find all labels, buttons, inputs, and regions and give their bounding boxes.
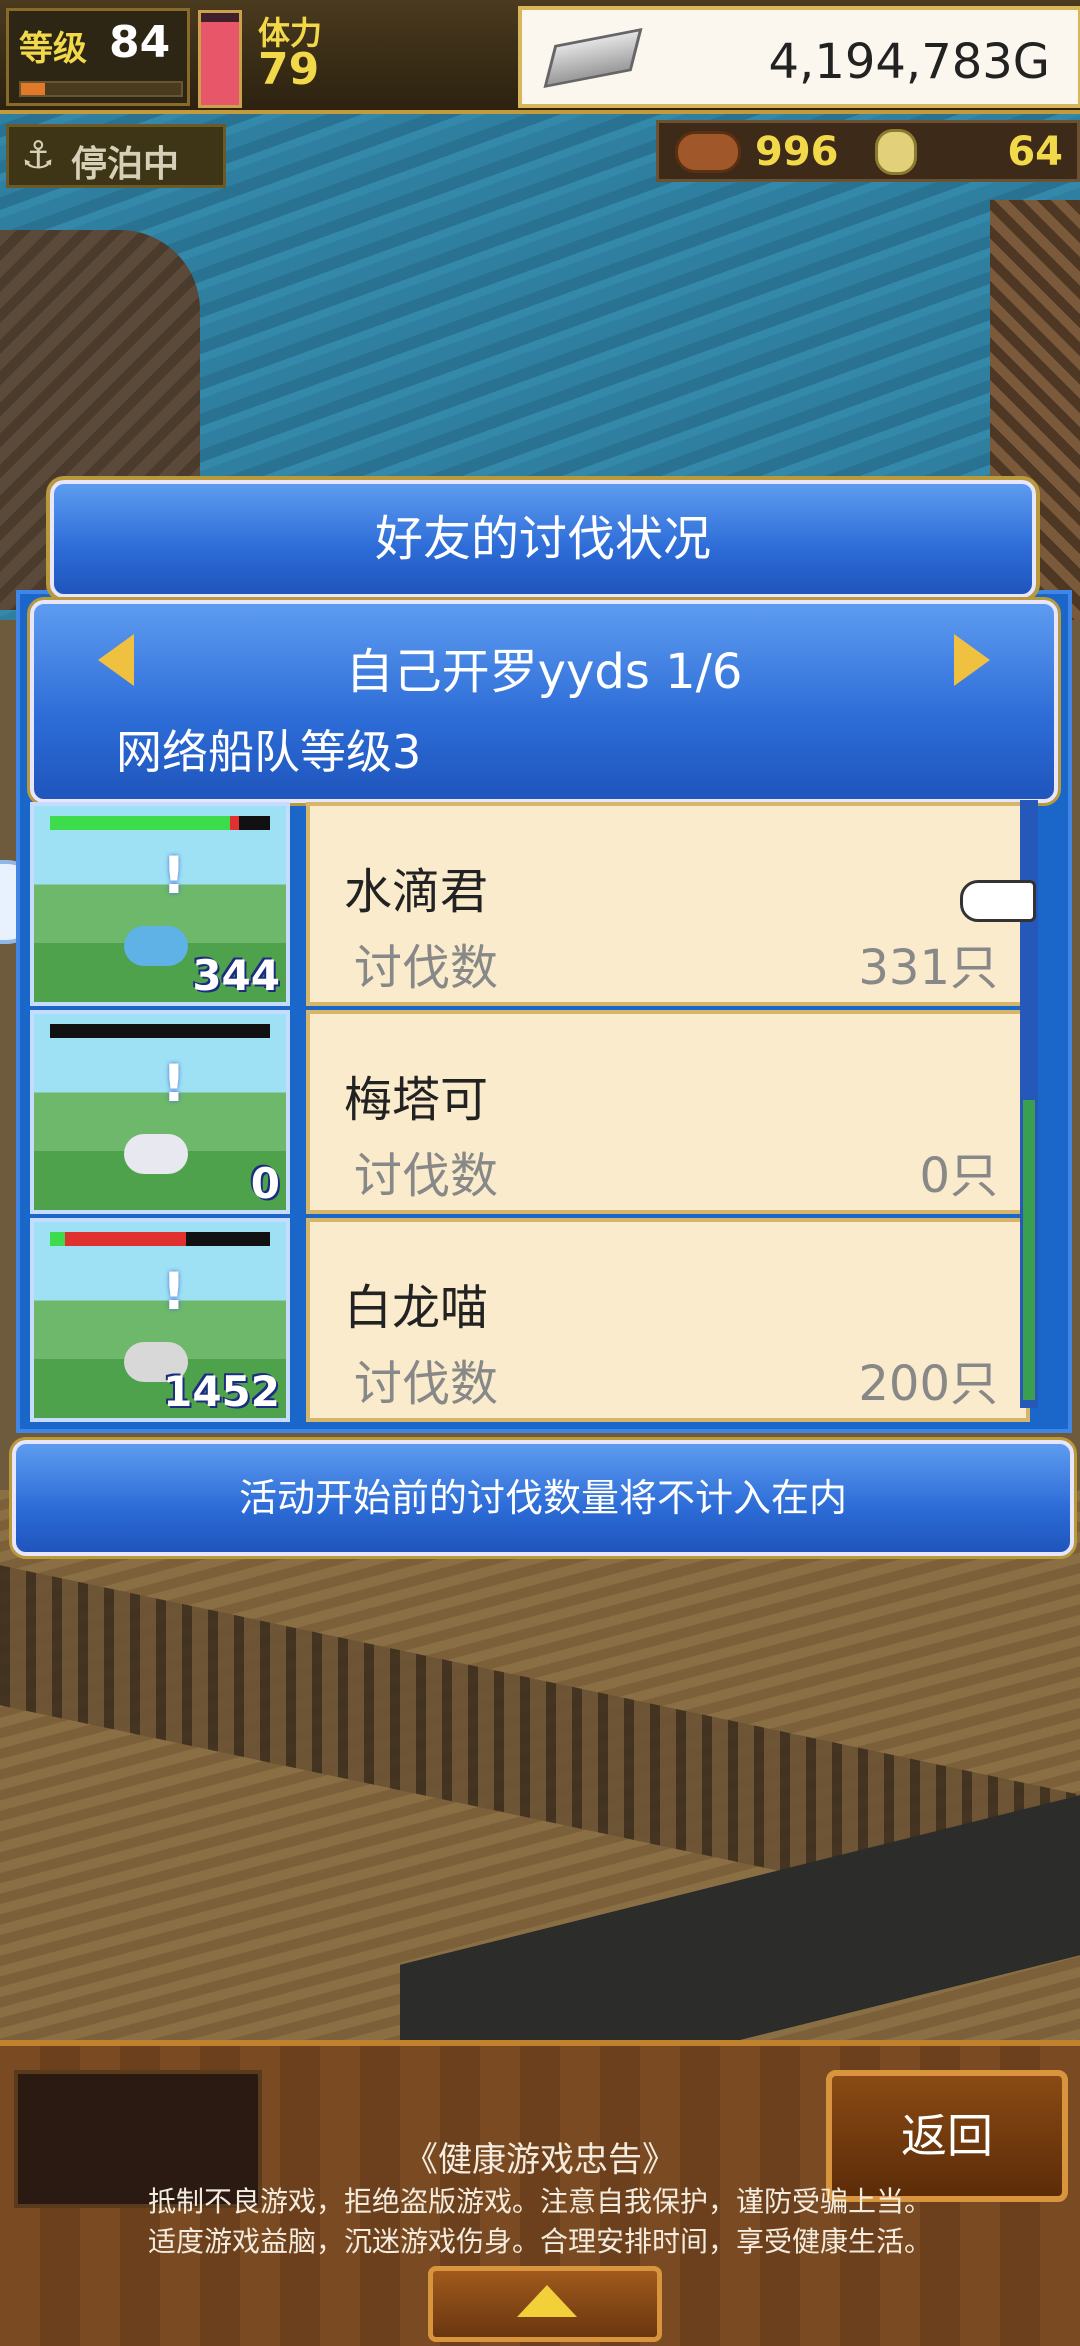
food-icon (675, 131, 741, 173)
level-progress-bar (19, 81, 183, 97)
stamina-value: 79 (258, 44, 320, 95)
hp-bar (50, 816, 270, 830)
hp-fill-red (230, 816, 240, 830)
level-value: 84 (109, 17, 171, 68)
fleet-level: 网络船队等级3 (116, 725, 422, 779)
level-progress-fill (21, 83, 45, 95)
level-panel: 等级 84 (6, 8, 190, 106)
medal-icon (875, 129, 917, 175)
resource-panel: 996 64 (656, 120, 1080, 182)
gold-panel: 4,194,783G (518, 6, 1080, 108)
monster-name: 白龙喵 (344, 1280, 489, 1336)
anchor-icon: ⚓ (21, 133, 56, 177)
hp-bar (50, 1232, 270, 1246)
monster-row[interactable]: ! 344 水滴君 讨伐数 331只 (30, 802, 1030, 1006)
monster-row[interactable]: ! 0 梅塔可 讨伐数 0只 (30, 1010, 1030, 1214)
dialog-title-bar: 好友的讨伐状况 (50, 480, 1036, 598)
kill-count-value: 331只 (858, 940, 998, 996)
monster-name: 梅塔可 (344, 1072, 489, 1128)
kill-count-value: 200只 (858, 1356, 998, 1412)
monster-info-card: 梅塔可 讨伐数 0只 (306, 1010, 1030, 1214)
thumb-count: 1452 (163, 1367, 280, 1416)
thumb-count: 344 (192, 951, 280, 1000)
hp-fill-red (65, 1232, 187, 1246)
up-arrow-icon (517, 2285, 577, 2317)
kill-count-label: 讨伐数 (354, 1356, 499, 1412)
monster-row[interactable]: ! 1452 白龙喵 讨伐数 200只 (30, 1218, 1030, 1422)
friend-name: 自己开罗yyds 1/6 (345, 644, 743, 700)
expand-menu-button[interactable] (428, 2266, 662, 2342)
dock-status-text: 停泊中 (71, 144, 180, 185)
monster-sprite (124, 1134, 188, 1174)
thumb-count: 0 (250, 1159, 280, 1208)
monster-thumbnail: ! 1452 (30, 1218, 290, 1422)
monster-info-card: 水滴君 讨伐数 331只 (306, 802, 1030, 1006)
bottom-bar: 返回 《健康游戏忠告》 抵制不良游戏，拒绝盗版游戏。注意自我保护，谨防受骗上当。… (0, 2040, 1080, 2346)
alert-icon: ! (162, 1262, 186, 1322)
health-advisory-title: 《健康游戏忠告》 (404, 2140, 676, 2180)
stamina-bar (198, 10, 242, 108)
stamina-fill (201, 22, 239, 105)
top-hud: 等级 84 体力 79 4,194,783G (0, 0, 1080, 114)
monster-thumbnail: ! 0 (30, 1010, 290, 1214)
hp-fill-green (50, 816, 231, 830)
monster-thumbnail: ! 344 (30, 802, 290, 1006)
alert-icon: ! (162, 1054, 186, 1114)
dialog-title: 好友的讨伐状况 (374, 511, 711, 567)
kill-count-value: 0只 (919, 1148, 998, 1204)
scrollbar-thumb[interactable] (1023, 1100, 1035, 1400)
silver-ingot-icon (543, 27, 643, 89)
medal-count: 64 (1007, 129, 1063, 175)
pointing-hand-icon (960, 880, 1036, 922)
health-advisory-line-2: 适度游戏益脑，沉迷游戏伤身。合理安排时间，享受健康生活。 (147, 2225, 932, 2258)
dock-status-badge: ⚓ 停泊中 (6, 124, 226, 188)
health-advisory-line-1: 抵制不良游戏，拒绝盗版游戏。注意自我保护，谨防受骗上当。 (147, 2185, 932, 2218)
friend-header: 自己开罗yyds 1/6 网络船队等级3 (30, 600, 1058, 803)
alert-icon: ! (162, 846, 186, 906)
kill-count-label: 讨伐数 (354, 940, 499, 996)
notice-text: 活动开始前的讨伐数量将不计入在内 (238, 1476, 847, 1520)
level-label: 等级 (19, 29, 87, 69)
hp-fill-green (50, 1232, 66, 1246)
monster-info-card: 白龙喵 讨伐数 200只 (306, 1218, 1030, 1422)
notice-bar: 活动开始前的讨伐数量将不计入在内 (12, 1440, 1074, 1556)
kill-count-label: 讨伐数 (354, 1148, 499, 1204)
food-count: 996 (755, 129, 839, 175)
gold-amount: 4,194,783G (768, 34, 1050, 90)
monster-name: 水滴君 (344, 864, 489, 920)
monster-sprite (124, 926, 188, 966)
hp-bar (50, 1024, 270, 1038)
